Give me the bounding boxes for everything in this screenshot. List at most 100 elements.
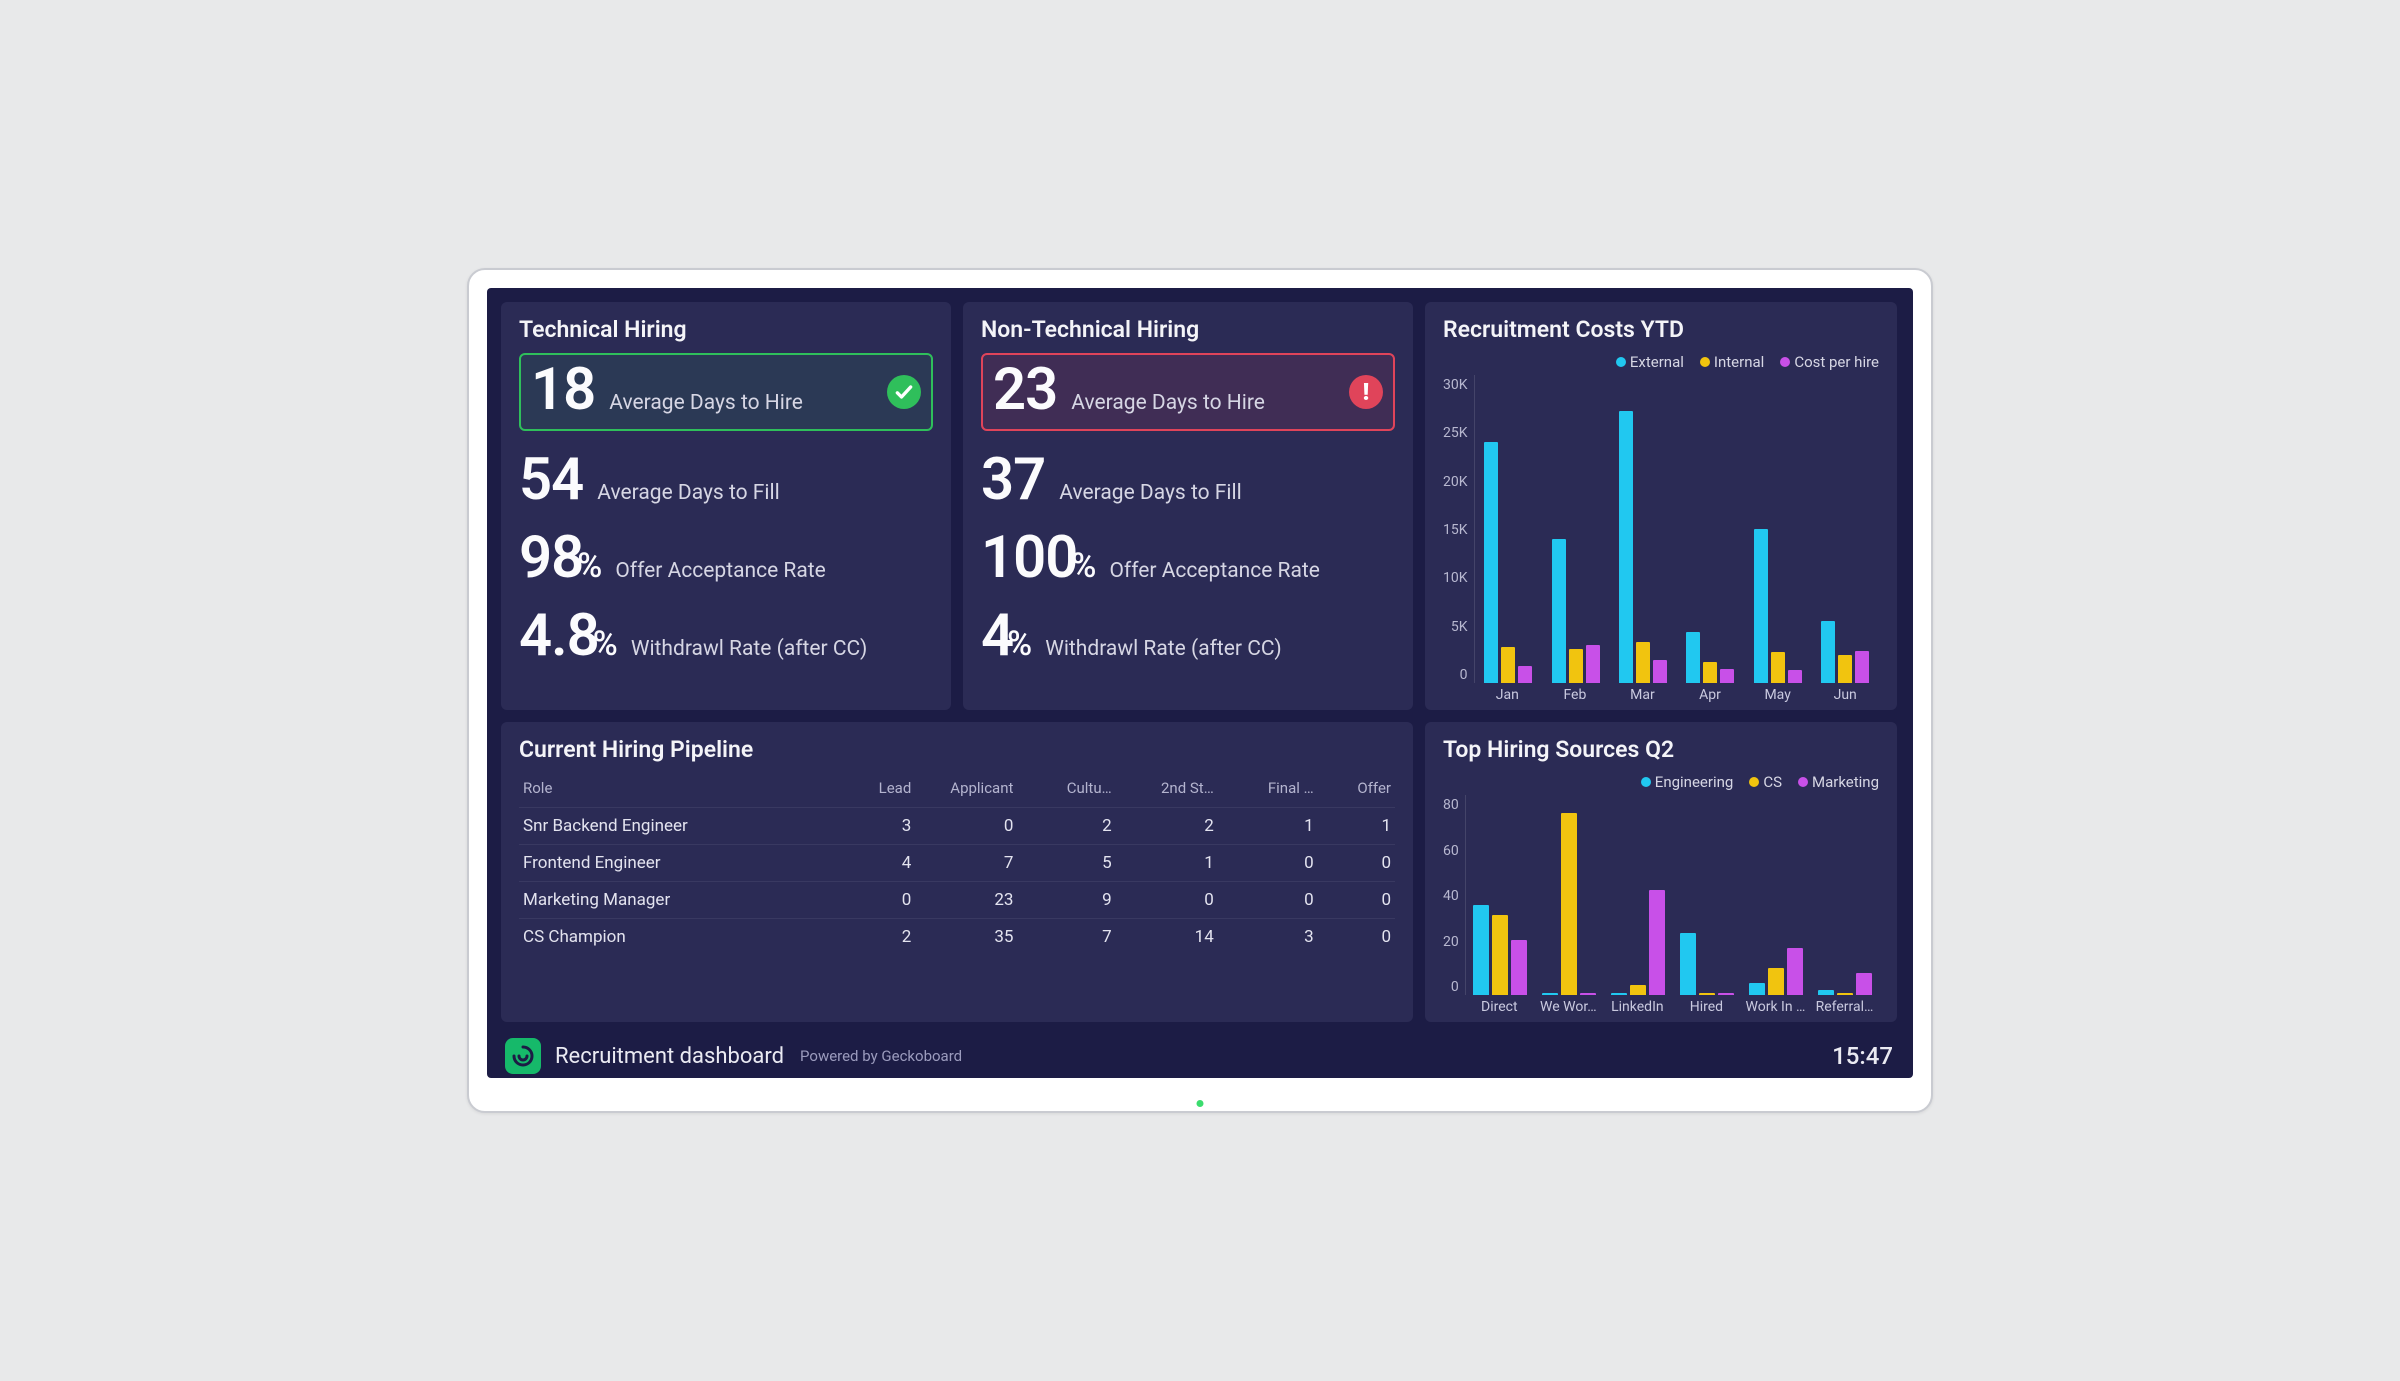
device-led-icon — [1197, 1100, 1204, 1107]
value-cell: 7 — [915, 845, 1017, 882]
bar-group — [1676, 795, 1737, 995]
y-tick: 10K — [1443, 570, 1468, 586]
pipeline-table: RoleLeadApplicantCultu…2nd St…Final …Off… — [519, 773, 1395, 955]
value-cell: 2 — [1017, 808, 1115, 845]
bar-group — [1748, 375, 1807, 683]
value-cell: 5 — [1017, 845, 1115, 882]
x-tick: Apr — [1676, 687, 1744, 703]
legend-label: CS — [1763, 773, 1782, 791]
bar — [1856, 973, 1872, 996]
bar-group — [1745, 795, 1806, 995]
card-title: Top Hiring Sources Q2 — [1443, 736, 1879, 763]
bar-group — [1479, 375, 1538, 683]
card-title: Technical Hiring — [519, 316, 933, 343]
bar — [1636, 642, 1650, 683]
chart-sources: EngineeringCSMarketing806040200DirectWe … — [1443, 773, 1879, 1015]
card-hiring-pipeline: Current Hiring Pipeline RoleLeadApplican… — [501, 722, 1413, 1022]
alert-icon: ! — [1349, 375, 1383, 409]
y-axis: 806040200 — [1443, 795, 1465, 1015]
card-title: Non-Technical Hiring — [981, 316, 1395, 343]
check-icon — [887, 375, 921, 409]
y-tick: 0 — [1460, 667, 1468, 683]
pipeline-header: Lead — [840, 773, 915, 808]
bar — [1788, 670, 1802, 683]
bar — [1680, 933, 1696, 996]
bar-group — [1816, 375, 1875, 683]
kpi-offer-acceptance: 100% Offer Acceptance Rate — [981, 529, 1395, 587]
bar — [1511, 940, 1527, 995]
x-tick: We Wor… — [1534, 999, 1603, 1015]
value-cell: 23 — [915, 882, 1017, 919]
y-tick: 60 — [1443, 843, 1459, 859]
y-tick: 5K — [1451, 619, 1468, 635]
x-axis: JanFebMarAprMayJun — [1474, 683, 1879, 703]
pipeline-header: Applicant — [915, 773, 1017, 808]
kpi-label: Offer Acceptance Rate — [1109, 559, 1319, 583]
bar — [1586, 645, 1600, 683]
value-cell: 14 — [1116, 919, 1218, 956]
legend-label: Cost per hire — [1794, 353, 1879, 371]
value-cell: 0 — [1318, 845, 1395, 882]
bar — [1838, 655, 1852, 683]
kpi-value: 4% — [981, 607, 1031, 665]
bar-group — [1613, 375, 1672, 683]
value-cell: 2 — [840, 919, 915, 956]
card-technical-hiring: Technical Hiring 18 Average Days to Hire… — [501, 302, 951, 710]
pipeline-body: Snr Backend Engineer302211Frontend Engin… — [519, 808, 1395, 956]
clock: 15:47 — [1832, 1042, 1893, 1070]
kpi-label: Withdrawl Rate (after CC) — [631, 637, 867, 661]
kpi-value: 37 — [981, 451, 1045, 509]
bar-group — [1470, 795, 1531, 995]
bars-area — [1465, 795, 1879, 995]
value-cell: 1 — [1218, 808, 1318, 845]
dashboard-screen: Technical Hiring 18 Average Days to Hire… — [487, 288, 1913, 1078]
legend-dot-icon — [1780, 357, 1790, 367]
table-row: Marketing Manager0239000 — [519, 882, 1395, 919]
bar — [1821, 621, 1835, 683]
chart-legend: Engineering CS Marketing — [1443, 773, 1879, 791]
role-cell: CS Champion — [519, 919, 840, 956]
value-cell: 0 — [840, 882, 915, 919]
role-cell: Snr Backend Engineer — [519, 808, 840, 845]
bar-group — [1546, 375, 1605, 683]
value-cell: 7 — [1017, 919, 1115, 956]
bar — [1473, 905, 1489, 995]
bar — [1653, 660, 1667, 683]
x-tick: Mar — [1609, 687, 1677, 703]
value-cell: 0 — [1318, 882, 1395, 919]
y-tick: 40 — [1443, 888, 1459, 904]
y-tick: 20K — [1443, 474, 1468, 490]
pipeline-header: 2nd St… — [1116, 773, 1218, 808]
y-tick: 0 — [1451, 979, 1459, 995]
legend-dot-icon — [1641, 777, 1651, 787]
chart-legend: ExternalInternalCost per hire — [1443, 353, 1879, 371]
pipeline-header: Role — [519, 773, 840, 808]
table-row: Snr Backend Engineer302211 — [519, 808, 1395, 845]
chart-costs: ExternalInternalCost per hire30K25K20K15… — [1443, 353, 1879, 703]
kpi-offer-acceptance: 98% Offer Acceptance Rate — [519, 529, 933, 587]
pipeline-header: Offer — [1318, 773, 1395, 808]
x-tick: Feb — [1541, 687, 1609, 703]
legend-item: Internal — [1700, 353, 1764, 371]
bar — [1630, 985, 1646, 995]
value-cell: 4 — [840, 845, 915, 882]
legend-label: Marketing — [1812, 773, 1879, 791]
bar — [1649, 890, 1665, 995]
bar — [1754, 529, 1768, 683]
bar-group — [1814, 795, 1875, 995]
bar — [1768, 968, 1784, 996]
kpi-label: Average Days to Fill — [597, 481, 779, 505]
bar-group — [1681, 375, 1740, 683]
legend-item: Cost per hire — [1780, 353, 1879, 371]
bar-group — [1608, 795, 1669, 995]
legend-item: Engineering — [1641, 773, 1734, 791]
value-cell: 0 — [1318, 919, 1395, 956]
footer-bar: Recruitment dashboard Powered by Geckobo… — [501, 1034, 1897, 1078]
bar — [1569, 649, 1583, 683]
value-cell: 1 — [1116, 845, 1218, 882]
bar — [1720, 669, 1734, 683]
legend-dot-icon — [1616, 357, 1626, 367]
pipeline-header-row: RoleLeadApplicantCultu…2nd St…Final …Off… — [519, 773, 1395, 808]
bar — [1492, 915, 1508, 995]
kpi-days-to-fill: 37 Average Days to Fill — [981, 451, 1395, 509]
